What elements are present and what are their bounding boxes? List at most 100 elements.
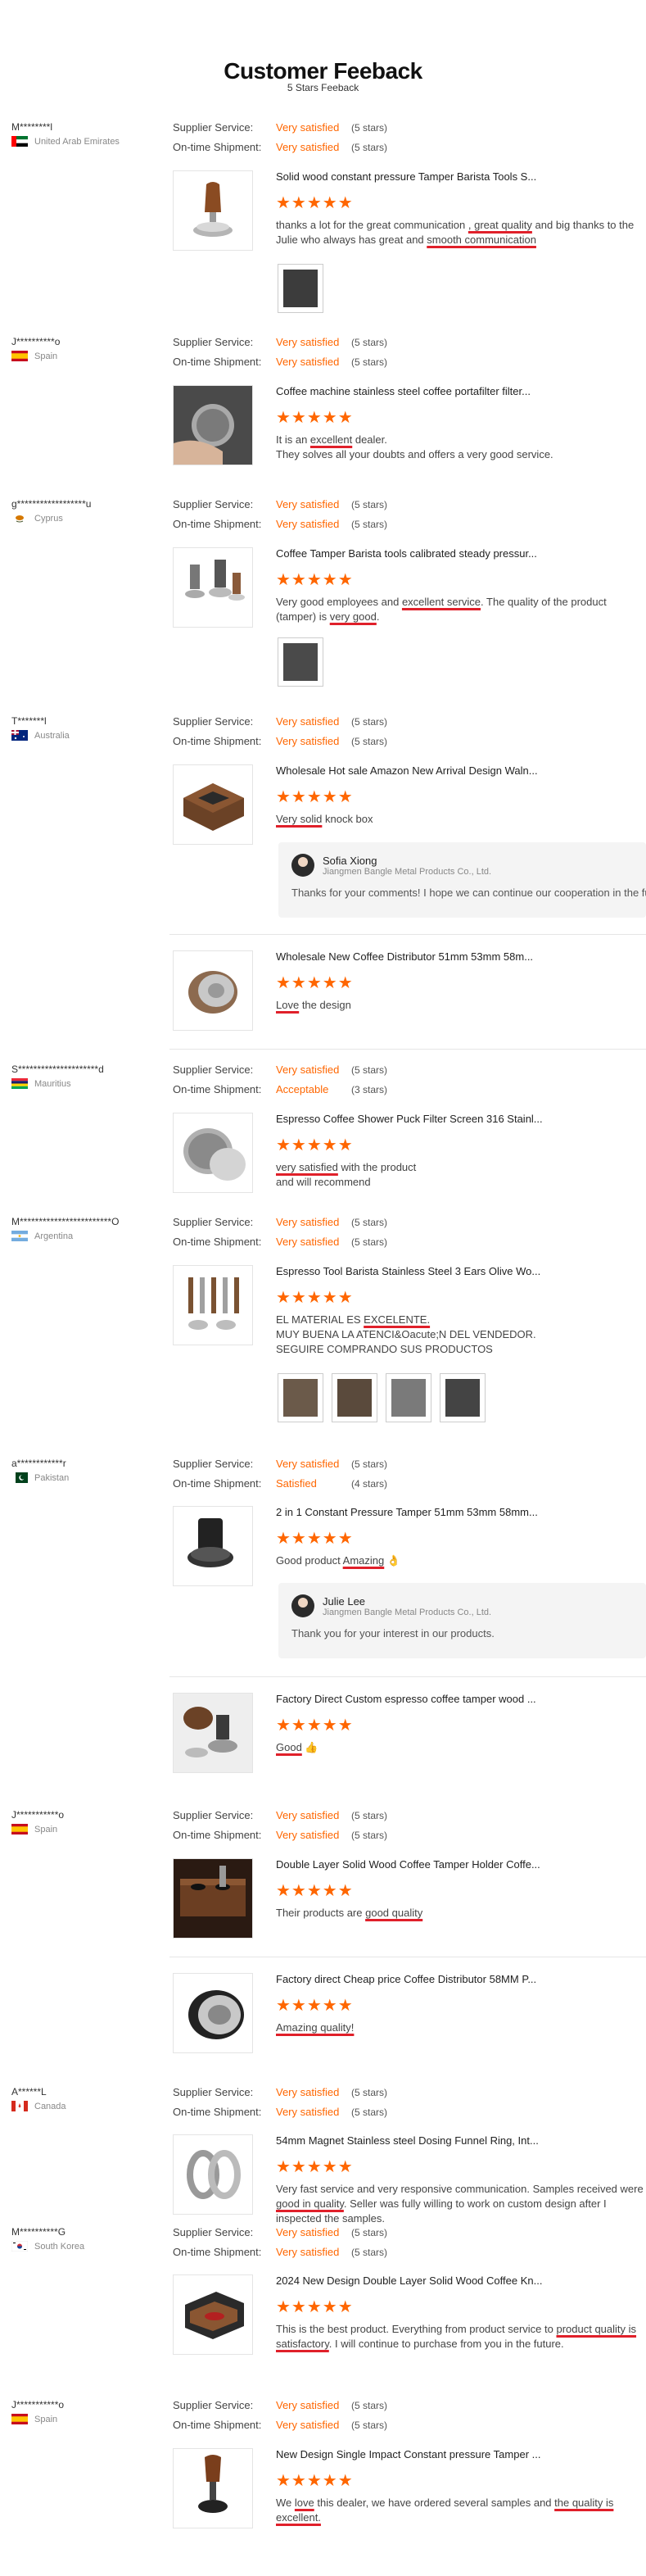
page-header: Customer Feeback 5 Stars Feeback [0,58,646,94]
ontime-shipment-stars: (5 stars) [351,2420,388,2431]
buyer-name: A******L [11,2086,47,2098]
product-title-link[interactable]: Wholesale New Coffee Distributor 51mm 53… [276,950,533,963]
flag-uae-icon [11,136,28,147]
buyer-country: Canada [11,2101,159,2111]
supplier-service-stars: (5 stars) [351,2087,388,2098]
review-photo[interactable] [278,264,323,313]
product-title-link[interactable]: 2024 New Design Double Layer Solid Wood … [276,2274,542,2287]
product-thumbnail[interactable] [173,385,253,465]
ontime-shipment-label: On-time Shipment: [173,141,262,153]
page-title: Customer Feeback [224,58,422,84]
review-ratings: Supplier Service: Very satisfied (5 stars)… [173,2223,387,2262]
country-name: Spain [34,2414,58,2424]
review-text: We love this dealer, we have ordered sev… [276,2497,614,2524]
product-title-link[interactable]: Wholesale Hot sale Amazon New Arrival De… [276,764,538,777]
supplier-service-label: Supplier Service: [173,1216,254,1228]
review-text: It is an excellent dealer. They solves al… [276,433,553,460]
supplier-service-value: Very satisfied [276,336,340,348]
country-name: Cyprus [34,513,63,524]
product-thumbnail[interactable] [173,1506,253,1586]
review-text: thanks a lot for the great communication… [276,219,635,246]
supplier-service-stars: (5 stars) [351,2400,388,2411]
product-title-link[interactable]: Solid wood constant pressure Tamper Bari… [276,170,536,183]
product-title-link[interactable]: Factory Direct Custom espresso coffee ta… [276,1693,536,1705]
product-thumbnail[interactable] [173,1693,253,1773]
supplier-service-stars: (5 stars) [351,337,388,348]
flag-cyprus-icon [11,513,28,524]
ontime-shipment-label: On-time Shipment: [173,1829,262,1841]
buyer-country: Spain [11,1824,159,1834]
product-thumbnail[interactable] [173,1113,253,1193]
rating-stars: ★★★★★ [276,1530,354,1548]
review-photo[interactable] [440,1373,486,1422]
product-thumbnail[interactable] [173,764,253,845]
product-title-link[interactable]: Coffee Tamper Barista tools calibrated s… [276,547,537,560]
product-title-link[interactable]: Double Layer Solid Wood Coffee Tamper Ho… [276,1858,540,1871]
buyer-name: M********l [11,121,53,133]
review-ratings: Supplier Service: Very satisfied (5 stars)… [173,118,387,157]
review-text: Good 👍 [276,1741,318,1753]
product-title-link[interactable]: New Design Single Impact Constant pressu… [276,2448,540,2460]
review-text: This is the best product. Everything fro… [276,2323,637,2350]
review-ratings: Supplier Service: Very satisfied (5 stars)… [173,495,387,534]
review-text: Good product Amazing 👌 [276,1554,401,1567]
product-thumbnail[interactable] [173,2448,253,2528]
rating-stars: ★★★★★ [276,2472,354,2490]
ontime-shipment-value: Satisfied [276,1477,317,1490]
reply-author-company: Jiangmen Bangle Metal Products Co., Ltd. [323,1607,492,1617]
buyer-name: J**********o [11,336,61,347]
buyer-info: J***********o Spain [11,1809,159,1834]
product-title-link[interactable]: Espresso Tool Barista Stainless Steel 3 … [276,1265,540,1277]
review-text: Very good employees and excellent servic… [276,596,607,623]
product-thumbnail[interactable] [173,2274,253,2355]
buyer-info: g******************u Cyprus [11,498,159,524]
review-ratings: Supplier Service: Very satisfied (5 stars)… [173,333,387,372]
supplier-service-label: Supplier Service: [173,121,254,134]
review-photo[interactable] [332,1373,377,1422]
rating-stars: ★★★★★ [276,1289,354,1307]
review-photo[interactable] [386,1373,431,1422]
product-thumbnail[interactable] [173,170,253,251]
supplier-service-label: Supplier Service: [173,336,254,348]
product-title-link[interactable]: 54mm Magnet Stainless steel Dosing Funne… [276,2134,539,2147]
product-thumbnail[interactable] [173,950,253,1031]
supplier-service-label: Supplier Service: [173,1064,254,1076]
product-thumbnail[interactable] [173,1858,253,1939]
product-title-link[interactable]: Factory direct Cheap price Coffee Distri… [276,1973,536,1985]
buyer-country: Cyprus [11,513,159,524]
rating-stars: ★★★★★ [276,571,354,589]
buyer-country: Spain [11,351,159,361]
product-thumbnail[interactable] [173,547,253,628]
supplier-service-label: Supplier Service: [173,498,254,510]
product-title-link[interactable]: Coffee machine stainless steel coffee po… [276,385,531,397]
supplier-service-value: Very satisfied [276,1064,340,1076]
review-photo[interactable] [278,637,323,687]
country-name: Canada [34,2101,66,2111]
buyer-name: J***********o [11,1809,65,1821]
supplier-service-stars: (5 stars) [351,122,388,134]
review-text: very satisfied with the product and will … [276,1161,417,1188]
ontime-shipment-stars: (5 stars) [351,1830,388,1841]
product-title-link[interactable]: Espresso Coffee Shower Puck Filter Scree… [276,1113,543,1125]
review-photo[interactable] [278,1373,323,1422]
review-ratings: Supplier Service: Very satisfied (5 stars)… [173,1060,387,1100]
ontime-shipment-stars: (5 stars) [351,356,388,368]
product-thumbnail[interactable] [173,1973,253,2053]
review-text: Love the design [276,999,351,1011]
product-title-link[interactable]: 2 in 1 Constant Pressure Tamper 51mm 53m… [276,1506,538,1518]
ontime-shipment-value: Very satisfied [276,518,340,530]
supplier-service-value: Very satisfied [276,1809,340,1821]
page-subtitle: 5 Stars Feeback [287,82,359,93]
buyer-country: South Korea [11,2241,159,2252]
product-thumbnail[interactable] [173,1265,253,1345]
ontime-shipment-value: Very satisfied [276,356,340,368]
product-thumbnail[interactable] [173,2134,253,2215]
supplier-service-stars: (5 stars) [351,1217,388,1228]
review-text: Very solid knock box [276,813,373,825]
divider [169,1676,646,1677]
buyer-country: Mauritius [11,1078,159,1089]
avatar [291,1594,314,1617]
review-text: Their products are good quality [276,1907,423,1919]
review-photos [278,1373,486,1422]
buyer-info: S*********************d Mauritius [11,1064,159,1089]
